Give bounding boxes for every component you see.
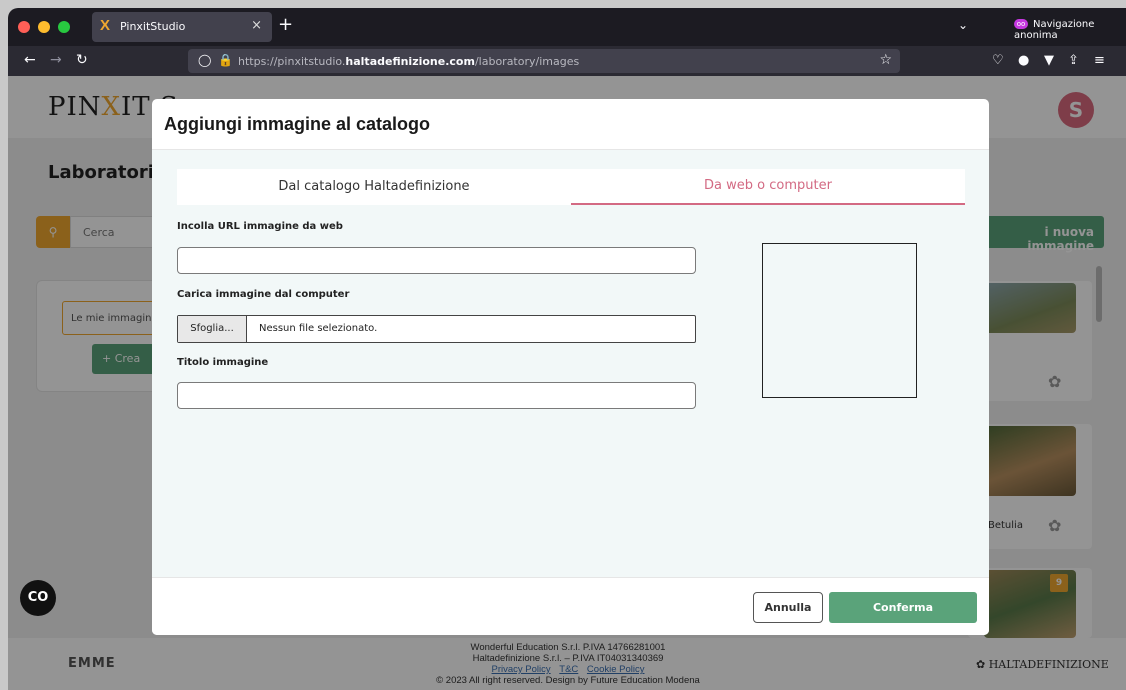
extension-v-icon[interactable]: ▼ [1044, 53, 1054, 68]
url-text: https://pinxitstudio.haltadefinizione.co… [238, 55, 580, 68]
confirm-button[interactable]: Conferma [829, 592, 977, 623]
close-window-button[interactable] [18, 21, 30, 33]
modal-body: Dal catalogo Haltadefinizione Da web o c… [152, 150, 989, 577]
private-browsing-indicator: oo Navigazione anonima [1014, 19, 1126, 41]
maximize-window-button[interactable] [58, 21, 70, 33]
file-status: Nessun file selezionato. [259, 323, 378, 334]
tab-close-button[interactable]: × [251, 18, 262, 33]
tab-title: PinxitStudio [120, 20, 186, 33]
menu-hamburger-icon[interactable]: ≡ [1094, 53, 1105, 68]
extension-g-icon[interactable]: ● [1018, 53, 1029, 68]
url-field-label: Incolla URL immagine da web [177, 221, 343, 232]
reload-icon[interactable]: ↻ [76, 52, 88, 68]
url-input[interactable] [177, 247, 696, 274]
title-input[interactable] [177, 382, 696, 409]
title-field-label: Titolo immagine [177, 357, 269, 368]
tab-catalog[interactable]: Dal catalogo Haltadefinizione [177, 169, 571, 205]
pinxit-favicon-icon: X [100, 17, 111, 34]
file-input[interactable]: Sfoglia... Nessun file selezionato. [177, 315, 696, 343]
share-icon[interactable]: ⇪ [1068, 53, 1079, 68]
browser-tab[interactable]: X PinxitStudio × [92, 12, 272, 42]
cancel-button[interactable]: Annulla [753, 592, 823, 623]
navigation-toolbar: ← → ↻ ◯ 🔒 https://pinxitstudio.haltadefi… [8, 46, 1126, 76]
modal-footer: Annulla Conferma [152, 577, 989, 635]
tab-bar: X PinxitStudio × + ⌄ oo Navigazione anoni… [8, 8, 1126, 46]
tab-web-computer[interactable]: Da web o computer [571, 169, 965, 205]
minimize-window-button[interactable] [38, 21, 50, 33]
image-preview [762, 243, 917, 398]
browser-window: X PinxitStudio × + ⌄ oo Navigazione anoni… [8, 8, 1126, 690]
address-bar[interactable]: ◯ 🔒 https://pinxitstudio.haltadefinizion… [188, 49, 900, 73]
upload-label: Carica immagine dal computer [177, 289, 350, 300]
modal-header: Aggiungi immagine al catalogo [152, 99, 989, 150]
back-arrow-icon[interactable]: ← [24, 52, 36, 68]
browse-button[interactable]: Sfoglia... [178, 316, 247, 342]
private-mask-icon: oo [1014, 19, 1028, 29]
forward-arrow-icon[interactable]: → [50, 52, 62, 68]
tracking-shield-icon[interactable]: ◯ [198, 53, 211, 67]
lock-icon[interactable]: 🔒 [218, 53, 233, 67]
add-image-modal: Aggiungi immagine al catalogo Dal catalo… [152, 99, 989, 635]
list-tabs-chevron-icon[interactable]: ⌄ [958, 18, 968, 32]
new-tab-button[interactable]: + [278, 14, 293, 35]
accessibility-button[interactable]: CO [20, 580, 56, 616]
bookmark-star-icon[interactable]: ☆ [879, 52, 892, 68]
modal-title: Aggiungi immagine al catalogo [164, 114, 431, 134]
pocket-icon[interactable]: ♡ [992, 53, 1004, 68]
